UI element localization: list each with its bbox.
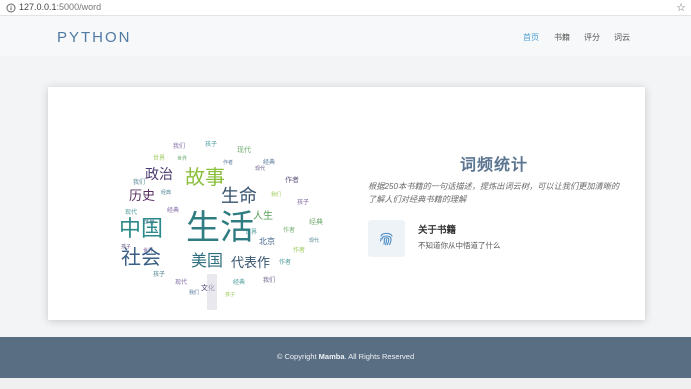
url-path: :5000/word bbox=[56, 2, 102, 12]
word-rensheng: 人生 bbox=[253, 209, 273, 222]
word-cloud-small-word: 现代 bbox=[309, 237, 319, 244]
word-cloud-small-word: 作者 bbox=[285, 175, 299, 184]
word-lishi: 历史 bbox=[129, 189, 155, 204]
word-cloud-small-word: 作者 bbox=[283, 226, 295, 234]
word-gushi: 故事 bbox=[185, 165, 225, 189]
feature-icon-box bbox=[368, 220, 405, 257]
url-text[interactable]: 127.0.0.1:5000/word bbox=[19, 2, 101, 12]
word-cloud-small-word: 我们 bbox=[263, 276, 275, 284]
nav-link-books[interactable]: 书籍 bbox=[554, 32, 570, 43]
word-cloud-small-word: 经典 bbox=[309, 217, 323, 226]
bottom-strip bbox=[0, 378, 691, 389]
word-cloud-small-word: 孩子 bbox=[153, 270, 165, 278]
word-meiguo: 美国 bbox=[191, 251, 223, 270]
content-card: 我们 孩子 现代 经典 世界 作者 我们 孩子 现代 经典 世界 作者 我们 孩子 现代 经典 世界 作者 我们 孩子… bbox=[48, 87, 645, 320]
word-cloud-small-word: 经典 bbox=[167, 206, 179, 214]
section-title: 词频统计 bbox=[460, 157, 529, 174]
site-footer: © Copyright Mamba. All Rights Reserved bbox=[0, 337, 691, 378]
nav-link-home[interactable]: 首页 bbox=[523, 32, 539, 43]
word-cloud-small-word: 我们 bbox=[189, 289, 199, 296]
url-host: 127.0.0.1 bbox=[19, 2, 57, 12]
word-cloud-small-word: 现代 bbox=[255, 165, 265, 172]
brand-logo[interactable]: PYTHON bbox=[57, 29, 132, 46]
word-cloud-small-word: 经典 bbox=[233, 278, 245, 286]
word-cloud-small-word: 世界 bbox=[153, 154, 165, 162]
site-navbar: PYTHON 首页 书籍 评分 词云 bbox=[0, 16, 691, 56]
word-shengming: 生命 bbox=[221, 186, 257, 207]
word-cloud-small-word: 现代 bbox=[125, 208, 137, 216]
copyright-suffix: . All Rights Reserved bbox=[344, 352, 415, 361]
word-cloud-small-word: 经典 bbox=[161, 189, 171, 196]
word-cloud-small-word: 孩子 bbox=[225, 291, 235, 298]
copyright-text: © Copyright Mamba. All Rights Reserved bbox=[0, 352, 691, 361]
word-daibiaozuo: 代表作 bbox=[231, 256, 270, 271]
feature-text: 不知道你从中悟道了什么 bbox=[418, 241, 501, 250]
hero-section: 我们 孩子 现代 经典 世界 作者 我们 孩子 现代 经典 世界 作者 我们 孩子 现代 经典 世界 作者 我们 孩子… bbox=[0, 56, 691, 337]
word-cloud-small-word: 经典 bbox=[263, 158, 275, 166]
word-zhongguo: 中国 bbox=[119, 217, 163, 242]
word-cloud-small-word: 作者 bbox=[279, 258, 291, 266]
browser-address-bar[interactable]: 127.0.0.1:5000/word ☆ bbox=[0, 0, 691, 16]
word-cloud-small-word: 我们 bbox=[133, 178, 145, 186]
nav-link-ratings[interactable]: 评分 bbox=[584, 32, 600, 43]
word-cloud-small-word: 我们 bbox=[173, 142, 185, 150]
word-cloud-tree: 我们 孩子现代经典世界作者我们孩子现代经典世界作者我们孩子现代 经典世界作者我们孩子… bbox=[119, 140, 323, 310]
word-cloud-trunk bbox=[207, 274, 217, 310]
word-cloud-small-word: 我们 bbox=[271, 191, 281, 198]
word-cloud-small-word: 作者 bbox=[293, 246, 305, 254]
word-cloud-small-word: 孩子 bbox=[205, 140, 217, 148]
info-icon[interactable] bbox=[6, 3, 16, 13]
word-shenghuo: 生活 bbox=[186, 208, 254, 248]
word-cloud-small-word: 孩子 bbox=[297, 198, 309, 206]
word-beijing: 北京 bbox=[259, 236, 275, 246]
word-zhengzhi: 政治 bbox=[145, 167, 173, 183]
nav-link-wordcloud[interactable]: 词云 bbox=[614, 32, 630, 43]
word-cloud-small-word: 现代 bbox=[237, 145, 251, 154]
copyright-name: Mamba bbox=[318, 352, 345, 361]
section-description: 根据250本书籍的一句话描述，提炼出词云树，可以让我们更加清晰的了解人们对经典书… bbox=[368, 182, 620, 204]
fingerprint-icon bbox=[379, 232, 393, 246]
feature-title: 关于书籍 bbox=[418, 225, 457, 236]
copyright-prefix: © Copyright bbox=[276, 352, 319, 361]
word-shehui: 社会 bbox=[121, 245, 161, 269]
word-cloud-small-word: 现代 bbox=[175, 278, 187, 286]
bookmark-star-icon[interactable]: ☆ bbox=[676, 1, 686, 14]
word-cloud-small-word: 世界 bbox=[177, 155, 187, 162]
